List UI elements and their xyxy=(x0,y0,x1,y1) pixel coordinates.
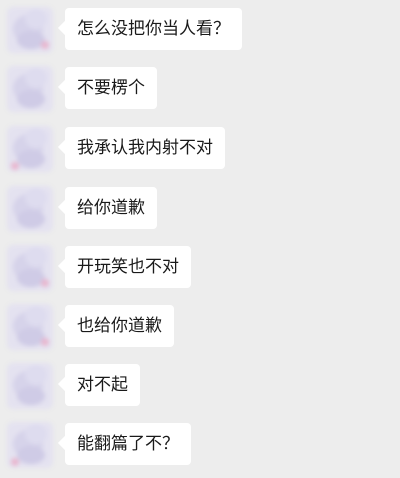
message-row: 也给你道歉 xyxy=(0,304,400,352)
sender-avatar[interactable] xyxy=(7,304,53,350)
message-text: 开玩笑也不对 xyxy=(77,256,179,277)
message-bubble[interactable]: 能翻篇了不？ xyxy=(65,423,191,465)
message-bubble[interactable]: 不要楞个 xyxy=(65,67,157,109)
sender-avatar[interactable] xyxy=(7,422,53,468)
message-text: 我承认我内射不对 xyxy=(77,137,213,158)
message-row: 我承认我内射不对 xyxy=(0,126,400,174)
sender-avatar[interactable] xyxy=(7,186,53,232)
sender-avatar[interactable] xyxy=(7,245,53,291)
message-text: 怎么没把你当人看？ xyxy=(77,18,230,39)
sender-avatar[interactable] xyxy=(7,126,53,172)
message-row: 开玩笑也不对 xyxy=(0,245,400,293)
message-row: 怎么没把你当人看？ xyxy=(0,7,400,55)
message-row: 能翻篇了不？ xyxy=(0,422,400,470)
sender-avatar[interactable] xyxy=(7,363,53,409)
chat-message-list[interactable]: 怎么没把你当人看？ 不要楞个 我承认我内射不对 给你道歉 开玩笑也不对 也给你道… xyxy=(0,0,400,478)
sender-avatar[interactable] xyxy=(7,7,53,53)
message-bubble[interactable]: 开玩笑也不对 xyxy=(65,246,191,288)
message-row: 对不起 xyxy=(0,363,400,411)
message-row: 给你道歉 xyxy=(0,186,400,234)
message-text: 不要楞个 xyxy=(77,77,145,98)
message-text: 也给你道歉 xyxy=(77,315,162,336)
message-bubble[interactable]: 给你道歉 xyxy=(65,187,157,229)
message-row: 不要楞个 xyxy=(0,66,400,114)
message-text: 对不起 xyxy=(77,374,128,395)
message-text: 给你道歉 xyxy=(77,197,145,218)
message-bubble[interactable]: 对不起 xyxy=(65,364,140,406)
sender-avatar[interactable] xyxy=(7,66,53,112)
message-bubble[interactable]: 也给你道歉 xyxy=(65,305,174,347)
message-text: 能翻篇了不？ xyxy=(77,433,179,454)
message-bubble[interactable]: 怎么没把你当人看？ xyxy=(65,8,242,50)
message-bubble[interactable]: 我承认我内射不对 xyxy=(65,127,225,169)
